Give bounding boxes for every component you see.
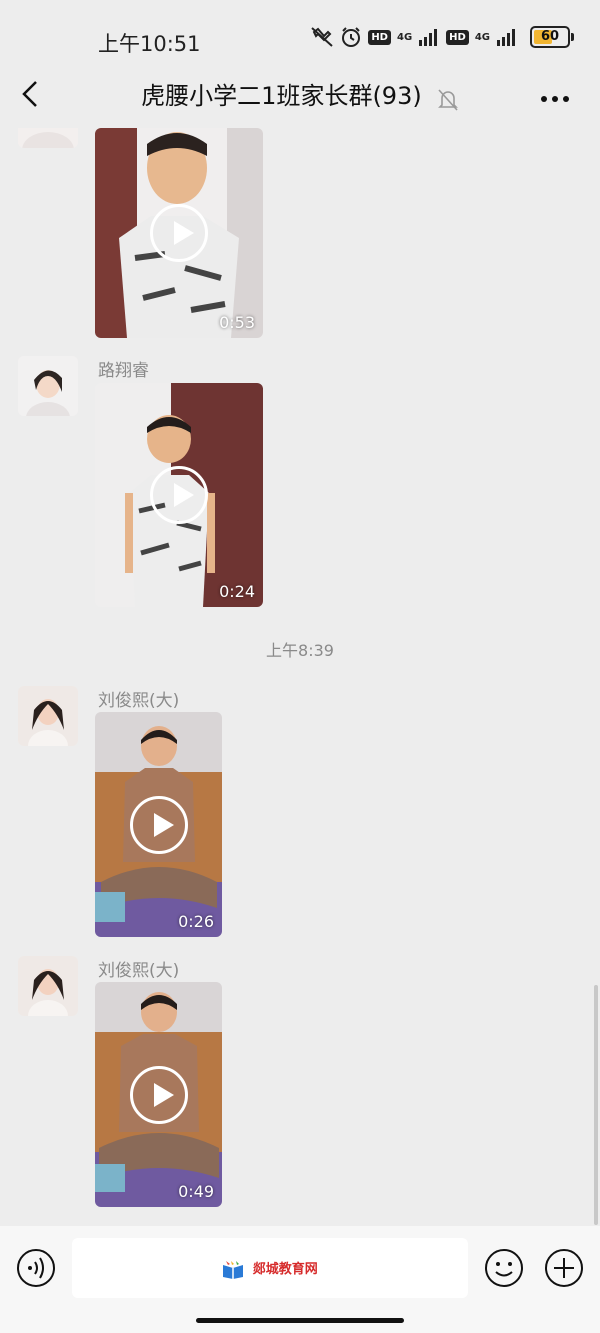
alarm-icon xyxy=(342,27,361,47)
battery-tip xyxy=(571,33,574,41)
watermark: 郯城教育网 xyxy=(72,1258,468,1279)
video-duration: 0:26 xyxy=(178,912,214,931)
book-logo-icon xyxy=(223,1260,244,1279)
signal-icon xyxy=(419,29,438,46)
avatar-image xyxy=(18,956,78,1016)
video-message[interactable]: 0:24 xyxy=(95,383,263,607)
bell-off-icon xyxy=(437,88,458,111)
video-duration: 0:53 xyxy=(219,313,255,332)
signal-icon-2 xyxy=(497,29,515,46)
avatar[interactable] xyxy=(18,686,78,746)
more-button[interactable] xyxy=(540,88,570,107)
battery-icon: 60 xyxy=(530,26,574,48)
play-icon xyxy=(129,795,188,854)
smiley-icon xyxy=(485,1249,523,1287)
video-message[interactable]: 0:53 xyxy=(95,128,263,338)
sender-name: 刘俊熙(大) xyxy=(98,961,180,981)
sender-name: 路翔睿 xyxy=(98,361,149,381)
voice-button[interactable] xyxy=(16,1248,56,1292)
time-separator: 上午8:39 xyxy=(266,641,334,660)
message-input[interactable]: 郯城教育网 xyxy=(72,1238,468,1298)
chat-header: 虎腰小学二1班家长群(93) xyxy=(0,70,600,120)
avatar-image xyxy=(18,686,78,746)
play-icon xyxy=(129,1065,188,1124)
avatar-image xyxy=(18,356,78,416)
hd-badge: HD xyxy=(368,29,391,45)
sender-name: 刘俊熙(大) xyxy=(98,691,180,711)
avatar-image xyxy=(18,128,78,148)
network-type: 4G xyxy=(396,31,413,43)
status-time: 上午10:51 xyxy=(98,32,201,56)
play-icon xyxy=(150,466,208,524)
home-indicator[interactable] xyxy=(196,1318,404,1323)
network-type-2: 4G xyxy=(474,31,490,43)
vibrate-off-icon xyxy=(311,27,333,47)
emoji-button[interactable] xyxy=(484,1248,524,1292)
plus-circle-icon xyxy=(545,1249,583,1287)
video-message[interactable]: 0:26 xyxy=(95,712,222,937)
hd-badge-2: HD xyxy=(446,29,469,45)
play-icon xyxy=(150,204,208,262)
status-icons: HD 4G HD 4G 60 xyxy=(310,26,574,48)
scrollbar[interactable] xyxy=(594,985,598,1225)
status-bar: 上午10:51 HD 4G HD 4G 60 xyxy=(0,0,600,70)
video-message[interactable]: 0:49 xyxy=(95,982,222,1207)
video-duration: 0:24 xyxy=(219,582,255,601)
chat-area[interactable]: 0:53 路翔睿 0:24 上午8:39 刘俊熙(大) 0:26 刘俊熙(大) … xyxy=(0,128,600,1226)
watermark-text: 郯城教育网 xyxy=(252,1262,318,1277)
avatar[interactable] xyxy=(18,128,78,148)
avatar[interactable] xyxy=(18,956,78,1016)
video-duration: 0:49 xyxy=(178,1182,214,1201)
more-horizontal-icon xyxy=(541,96,569,102)
battery-level: 60 xyxy=(540,29,560,44)
more-actions-button[interactable] xyxy=(544,1248,584,1292)
avatar[interactable] xyxy=(18,356,78,416)
input-bar: 郯城教育网 xyxy=(0,1226,600,1333)
chat-title-wrap: 虎腰小学二1班家长群(93) xyxy=(0,76,600,112)
chat-title: 虎腰小学二1班家长群(93) xyxy=(141,82,422,110)
voice-icon xyxy=(17,1249,55,1287)
